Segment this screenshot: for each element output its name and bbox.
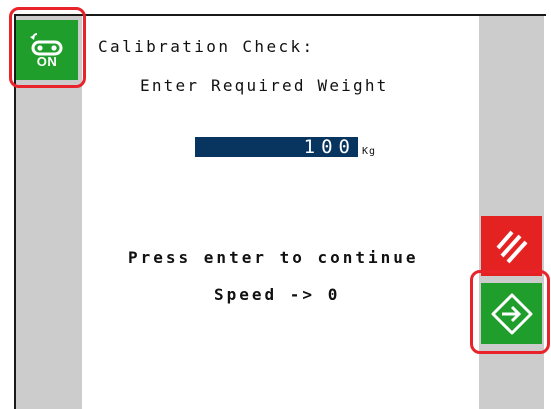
speed-status: Speed -> 0 — [214, 285, 341, 304]
conveyor-button-highlight — [9, 7, 86, 88]
main-content-area — [82, 16, 479, 409]
stop-hatch-icon — [495, 230, 527, 264]
continue-instruction: Press enter to continue — [128, 248, 419, 267]
weight-unit: Kg — [362, 146, 377, 157]
weight-input[interactable]: 100 — [195, 137, 358, 157]
weight-prompt: Enter Required Weight — [140, 76, 389, 95]
page-title: Calibration Check: — [98, 37, 315, 56]
stop-button[interactable] — [481, 216, 542, 276]
enter-button-highlight — [470, 270, 550, 354]
